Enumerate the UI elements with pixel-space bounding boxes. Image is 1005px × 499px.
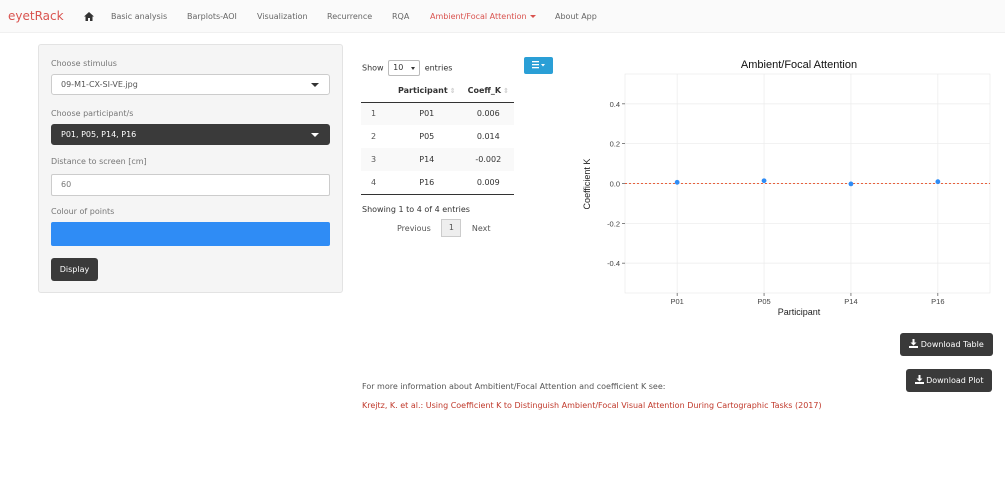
entries-label: entries [424,63,453,73]
display-button[interactable]: Display [51,258,98,281]
x-tick-label: P01 [670,297,683,306]
x-tick-label: P05 [757,297,770,306]
stimulus-label: Choose stimulus [51,59,117,68]
download-table-label: Download Table [920,340,984,349]
navbar: eyetRack Basic analysis Barplots-AOI Vis… [0,0,1005,33]
data-table: Participant ⇕ Coeff_K ⇕ 1 P01 0.006 2 P05 … [361,80,514,195]
y-tick-label: -0.4 [607,259,620,268]
page-length-value: 10 [393,63,404,72]
column-header-participant[interactable]: Participant ⇕ [391,80,463,103]
y-tick-label: 0.4 [610,100,620,109]
stimulus-select[interactable]: 09-M1-CX-SI-VE.jpg [51,74,330,95]
reference-link[interactable]: Krejtz, K. et al.: Using Coefficient K t… [362,401,822,410]
nav-ambient-focal-label: Ambient/Focal Attention [430,12,527,21]
table-info: Showing 1 to 4 of 4 entries [362,205,470,214]
nav-ambient-focal[interactable]: Ambient/Focal Attention [430,12,536,21]
y-tick-label: -0.2 [607,219,620,228]
data-point [848,181,854,187]
page-length-control: Show 10 entries [362,60,452,76]
download-plot-button[interactable]: Download Plot [906,369,992,392]
x-tick-label: P16 [931,297,944,306]
menu-icon [531,61,545,69]
sort-icon: ⇕ [449,87,456,96]
distance-label: Distance to screen [cm] [51,157,147,166]
stimulus-value: 09-M1-CX-SI-VE.jpg [61,80,138,89]
pagination: Previous 1 Next [397,219,491,237]
colour-label: Colour of points [51,207,115,216]
participants-select[interactable]: P01, P05, P14, P16 [51,124,330,145]
show-label: Show [362,63,384,73]
participant-cell: P01 [391,102,463,125]
coeff-k-cell: 0.006 [462,102,514,125]
y-axis-label: Coefficient K [582,159,592,210]
previous-button[interactable]: Previous [397,224,431,233]
participant-cell: P14 [391,148,463,171]
page-length-select[interactable]: 10 [388,60,421,76]
y-tick-label: 0.0 [610,180,620,189]
column-header-index [361,80,391,103]
nav-basic-analysis[interactable]: Basic analysis [111,12,167,21]
table-row: 2 P05 0.014 [361,125,514,148]
settings-panel: Choose stimulus 09-M1-CX-SI-VE.jpg Choos… [38,44,343,293]
data-point [761,178,767,184]
participants-label: Choose participant/s [51,109,134,118]
y-tick-label: 0.2 [610,140,620,149]
x-tick-label: P14 [844,297,857,306]
row-index: 1 [361,102,391,125]
download-plot-label: Download Plot [926,376,984,385]
brand-title[interactable]: eyetRack [8,9,64,23]
next-button[interactable]: Next [472,224,491,233]
column-header-coeff-k[interactable]: Coeff_K ⇕ [462,80,514,103]
nav-barplots-aoi[interactable]: Barplots-AOI [187,12,237,21]
chevron-down-icon [311,83,319,87]
chevron-down-icon [311,133,319,137]
chevron-down-icon [529,15,536,18]
participant-cell: P05 [419,132,435,141]
participant-header-label: Participant [398,86,448,96]
coeff-k-cell: -0.002 [462,148,514,171]
column-visibility-button[interactable] [524,57,553,74]
page-button[interactable]: 1 [441,219,462,237]
coeff-k-cell: 0.009 [462,171,514,195]
download-icon [909,339,919,348]
download-table-button[interactable]: Download Table [900,333,993,356]
chevron-down-icon [411,67,416,70]
colour-picker[interactable] [51,222,330,246]
nav-rqa[interactable]: RQA [392,12,409,21]
info-text: For more information about Ambitient/Foc… [362,382,666,391]
nav-about-app[interactable]: About App [555,12,597,21]
coefficient-k-chart: Ambient/Focal Attention 0.4 0.2 0.0 -0.2 -0.… [580,54,995,320]
table-row: 3 P14 -0.002 [361,148,514,171]
coeff-k-cell: 0.014 [476,132,500,141]
coeff-k-header-label: Coeff_K [467,86,502,96]
nav-visualization[interactable]: Visualization [257,12,308,21]
row-index: 4 [361,171,391,195]
row-index: 2 [371,132,377,141]
row-index: 3 [361,148,391,171]
table-row: 1 P01 0.006 [361,102,514,125]
data-point [935,179,941,185]
chart-title: Ambient/Focal Attention [741,59,857,71]
participant-cell: P16 [391,171,463,195]
table-row: 4 P16 0.009 [361,171,514,195]
x-axis-label: Participant [778,307,821,317]
download-icon [914,375,924,384]
distance-input[interactable]: 60 [51,174,330,196]
data-point [674,179,680,185]
home-icon[interactable] [84,12,94,21]
nav-recurrence[interactable]: Recurrence [327,12,372,21]
sort-icon: ⇕ [503,87,509,96]
participants-value: P01, P05, P14, P16 [61,130,137,139]
